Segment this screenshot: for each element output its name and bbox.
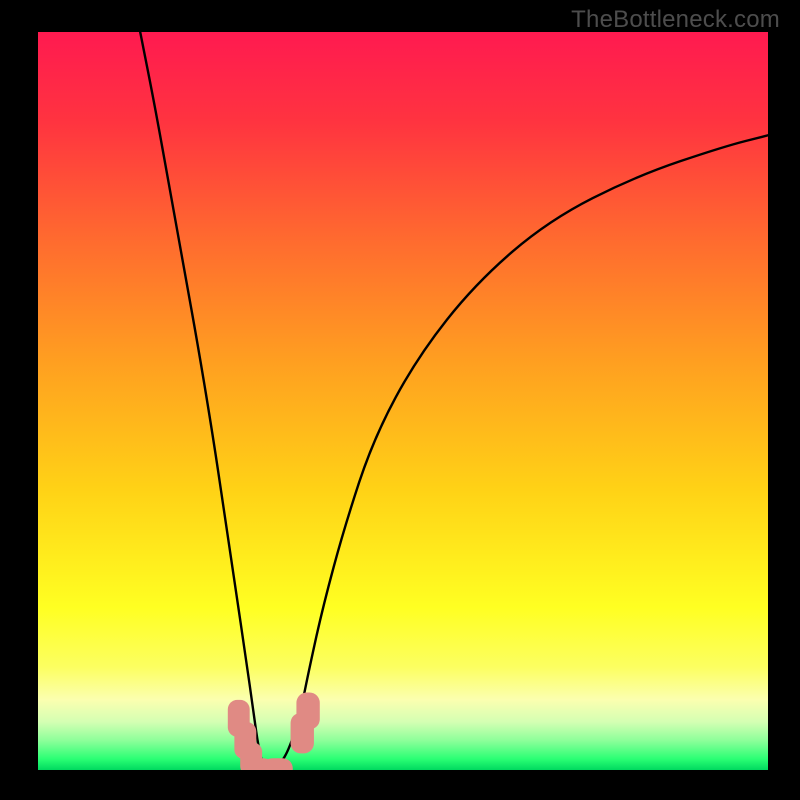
watermark-text: TheBottleneck.com bbox=[571, 6, 780, 34]
plot-area bbox=[38, 32, 768, 770]
marker bbox=[296, 693, 319, 730]
gradient-background bbox=[38, 32, 768, 770]
chart-frame: TheBottleneck.com bbox=[0, 0, 800, 800]
chart-svg bbox=[38, 32, 768, 770]
marker bbox=[262, 758, 293, 770]
